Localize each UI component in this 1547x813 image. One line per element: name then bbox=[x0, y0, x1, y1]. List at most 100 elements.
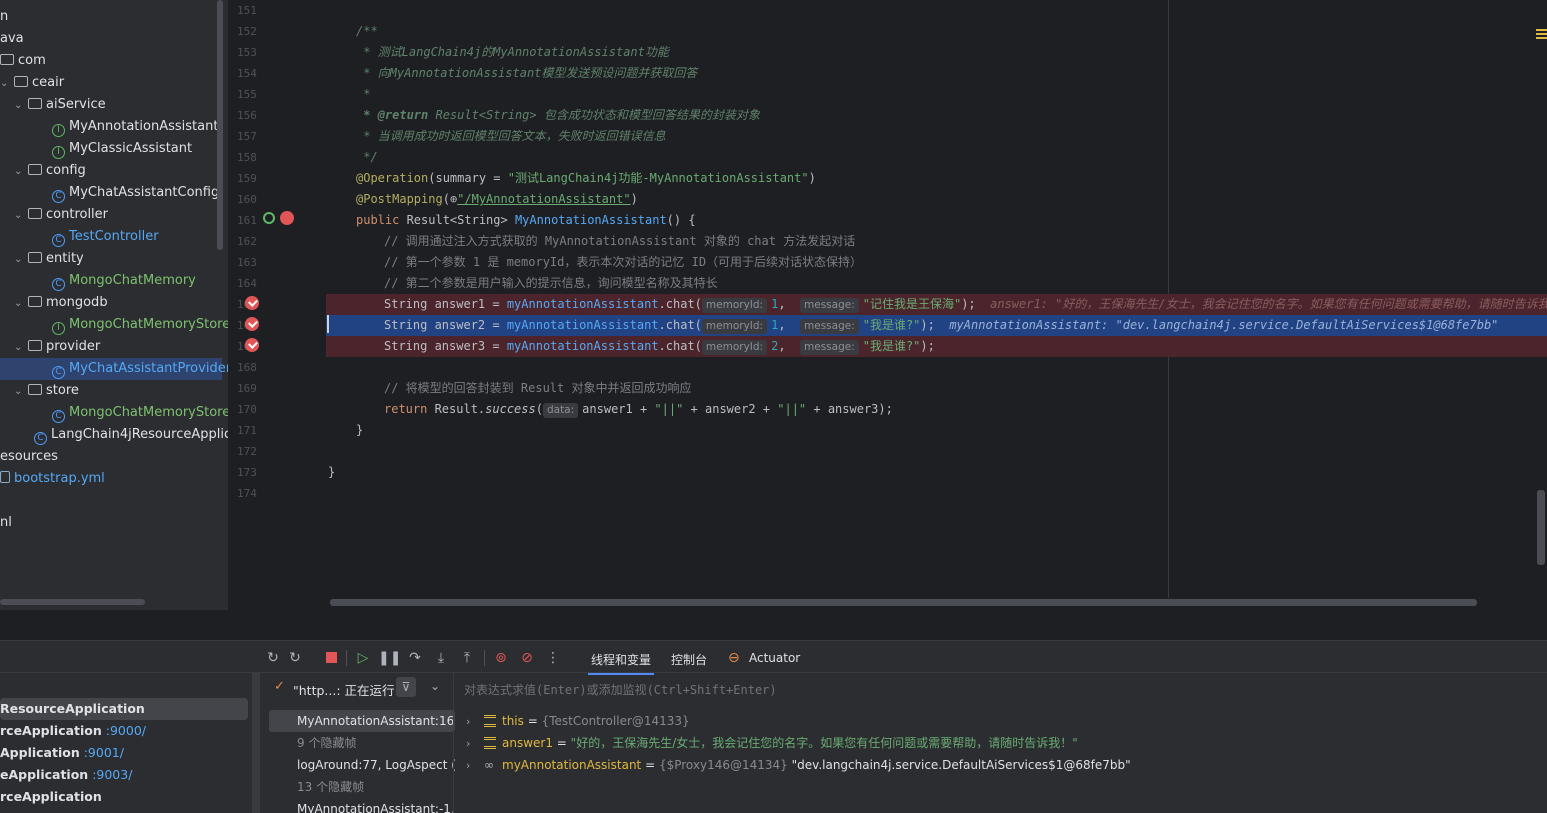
breakpoint-icon[interactable] bbox=[245, 296, 259, 310]
editor-vertical-scrollbar[interactable] bbox=[1537, 490, 1545, 565]
tree-item-mychatassistantprovider[interactable]: C MyChatAssistantProvider bbox=[0, 358, 228, 380]
view-breakpoints-icon[interactable]: ⊚ bbox=[490, 647, 512, 669]
code-line-167: String answer3 = myAnnotationAssistant.c… bbox=[326, 336, 1547, 357]
list-item[interactable]: eApplication :9003/ bbox=[0, 764, 250, 786]
project-tree[interactable]: n ava com ⌄ ceair ⌄ aiService I MyAnnotatio… bbox=[0, 0, 228, 610]
hamburger-icon[interactable] bbox=[1536, 29, 1547, 43]
code-line-154: * 向MyAnnotationAssistant模型发送预设问题并获取回答 bbox=[356, 66, 698, 80]
tree-item-entity[interactable]: ⌄ entity bbox=[14, 248, 84, 270]
chevron-right-icon[interactable]: › bbox=[466, 755, 484, 777]
frame-item[interactable]: logAround:77, LogAspect ( bbox=[269, 754, 455, 776]
tree-item-mongochatmemorystorer[interactable]: I MongoChatMemoryStoreR bbox=[52, 314, 228, 336]
breakpoint-icon[interactable] bbox=[245, 338, 259, 352]
tree-horizontal-scrollbar[interactable] bbox=[0, 599, 145, 605]
line-number: 170 bbox=[237, 403, 257, 416]
evaluate-expression-input[interactable]: 对表达式求值(Enter)或添加监视(Ctrl+Shift+Enter) bbox=[464, 681, 777, 698]
chevron-down-icon[interactable]: ⌄ bbox=[14, 95, 28, 117]
variable-row[interactable]: › this = {TestController@14133} bbox=[466, 710, 1131, 732]
list-item[interactable]: Application :9001/ bbox=[0, 742, 250, 764]
code-line-173: } bbox=[328, 465, 336, 479]
tree-item-testcontroller[interactable]: C TestController bbox=[52, 226, 159, 248]
tab-threads-variables[interactable]: 线程和变量 bbox=[587, 651, 655, 675]
tree-item-provider[interactable]: ⌄ provider bbox=[14, 336, 100, 358]
inline-debug-value: myAnnotationAssistant: "dev.langchain4j.… bbox=[949, 318, 1499, 332]
variable-row[interactable]: › answer1 = "好的，王保海先生/女士，我会记住您的名字。如果您有任何问… bbox=[466, 732, 1131, 754]
chevron-down-icon[interactable]: ⌄ bbox=[430, 679, 440, 693]
frame-item[interactable]: MyAnnotationAssistant:-1, 1 bbox=[269, 798, 455, 813]
chevron-down-icon[interactable]: ⌄ bbox=[14, 381, 28, 403]
tab-actuator[interactable]: Actuator bbox=[749, 651, 800, 665]
frame-item[interactable]: MyAnnotationAssistant:166 bbox=[269, 710, 455, 732]
param-hint: memoryId: bbox=[701, 340, 768, 355]
rerun-icon[interactable]: ↻ bbox=[262, 647, 284, 669]
line-number: 164 bbox=[237, 277, 257, 290]
frame-item[interactable]: 9 个隐藏帧 bbox=[269, 732, 455, 754]
code-editor[interactable]: /** * 测试LangChain4j的MyAnnotationAssistan… bbox=[326, 0, 1547, 610]
tree-item-myclassicassistant[interactable]: I MyClassicAssistant bbox=[52, 138, 192, 160]
tree-item-mongochatmemory[interactable]: C MongoChatMemory bbox=[52, 270, 196, 292]
chevron-down-icon[interactable]: ⌄ bbox=[14, 293, 28, 315]
tree-vertical-scrollbar[interactable] bbox=[217, 0, 223, 250]
editor-horizontal-scrollbar[interactable] bbox=[330, 599, 1477, 606]
param-hint: memoryId: bbox=[701, 298, 768, 313]
list-item[interactable]: rceApplication :9000/ bbox=[0, 720, 250, 742]
spring-class-icon: C bbox=[34, 432, 47, 445]
list-item[interactable]: ResourceApplication bbox=[0, 698, 248, 720]
tree-item-config[interactable]: ⌄ config bbox=[14, 160, 86, 182]
tree-item-n[interactable]: n bbox=[0, 6, 8, 28]
folder-icon bbox=[28, 208, 42, 219]
chevron-down-icon[interactable]: ⌄ bbox=[14, 205, 28, 227]
panel-divider[interactable] bbox=[0, 610, 1547, 640]
tab-console[interactable]: 控制台 bbox=[671, 651, 707, 668]
tree-item-application[interactable]: CLangChain4jResourceApplicati bbox=[34, 424, 228, 446]
param-hint: message: bbox=[800, 340, 859, 355]
file-icon bbox=[0, 471, 10, 483]
tree-item-nl[interactable]: nl bbox=[0, 512, 12, 534]
breakpoint-icon[interactable] bbox=[245, 317, 259, 331]
step-out-icon[interactable]: ⤒ bbox=[456, 647, 478, 669]
tree-item-mongochatmemorystore[interactable]: C MongoChatMemoryStore bbox=[52, 402, 228, 424]
step-over-icon[interactable]: ↷ bbox=[404, 647, 426, 669]
mute-breakpoints-icon[interactable]: ⊘ bbox=[516, 647, 538, 669]
tree-item-aiservice[interactable]: ⌄ aiService bbox=[14, 94, 106, 116]
tree-item-controller[interactable]: ⌄ controller bbox=[14, 204, 108, 226]
tree-item-resources[interactable]: esources bbox=[0, 446, 58, 468]
tree-item-store[interactable]: ⌄ store bbox=[14, 380, 79, 402]
stop-icon[interactable] bbox=[320, 647, 342, 669]
tree-item-ceair[interactable]: ⌄ ceair bbox=[0, 72, 64, 94]
rerun-modified-icon[interactable]: ↻ bbox=[284, 647, 306, 669]
chevron-right-icon[interactable]: › bbox=[466, 733, 484, 755]
chevron-down-icon[interactable]: ⌄ bbox=[14, 249, 28, 271]
frame-item[interactable]: 13 个隐藏帧 bbox=[269, 776, 455, 798]
tree-item-java[interactable]: ava bbox=[0, 28, 24, 50]
filter-icon[interactable]: ⊽ bbox=[396, 677, 416, 697]
tree-item-mongodb[interactable]: ⌄ mongodb bbox=[14, 292, 108, 314]
services-scrollbar[interactable] bbox=[252, 673, 260, 813]
pause-icon[interactable]: ❚❚ bbox=[378, 647, 401, 669]
chevron-down-icon[interactable]: ⌄ bbox=[14, 337, 28, 359]
toolbar-separator bbox=[346, 650, 347, 666]
services-list: ResourceApplication rceApplication :9000… bbox=[0, 698, 250, 808]
resume-icon[interactable]: ▷ bbox=[352, 647, 374, 669]
line-number: 168 bbox=[237, 361, 257, 374]
tree-item-myannotationassistant[interactable]: I MyAnnotationAssistant bbox=[52, 116, 218, 138]
interface-icon: I bbox=[52, 322, 65, 335]
line-number: 157 bbox=[237, 130, 257, 143]
check-icon: ✓ bbox=[274, 679, 285, 694]
chevron-right-icon[interactable]: › bbox=[466, 711, 484, 733]
step-into-icon[interactable]: ⤓ bbox=[430, 647, 452, 669]
line-number: 155 bbox=[237, 88, 257, 101]
bean-icon[interactable] bbox=[263, 212, 275, 224]
more-options-icon[interactable]: ⋮ bbox=[542, 647, 564, 669]
tree-item-bootstrap-yml[interactable]: bootstrap.yml bbox=[0, 468, 105, 490]
chevron-down-icon[interactable]: ⌄ bbox=[14, 161, 28, 183]
endpoint-icon[interactable] bbox=[280, 211, 294, 225]
variable-row[interactable]: › ∞ myAnnotationAssistant = {$Proxy146@141… bbox=[466, 754, 1131, 776]
list-item[interactable]: rceApplication bbox=[0, 786, 250, 808]
tree-item-com[interactable]: com bbox=[0, 50, 46, 72]
chevron-down-icon[interactable]: ⌄ bbox=[0, 73, 14, 95]
line-number: 171 bbox=[237, 424, 257, 437]
tree-item-mychatassistantconfig[interactable]: C MyChatAssistantConfig bbox=[52, 182, 219, 204]
thread-selector[interactable]: ✓ "http...: 正在运行 ⊽ ⌄ bbox=[262, 675, 455, 701]
folder-icon bbox=[0, 54, 14, 65]
